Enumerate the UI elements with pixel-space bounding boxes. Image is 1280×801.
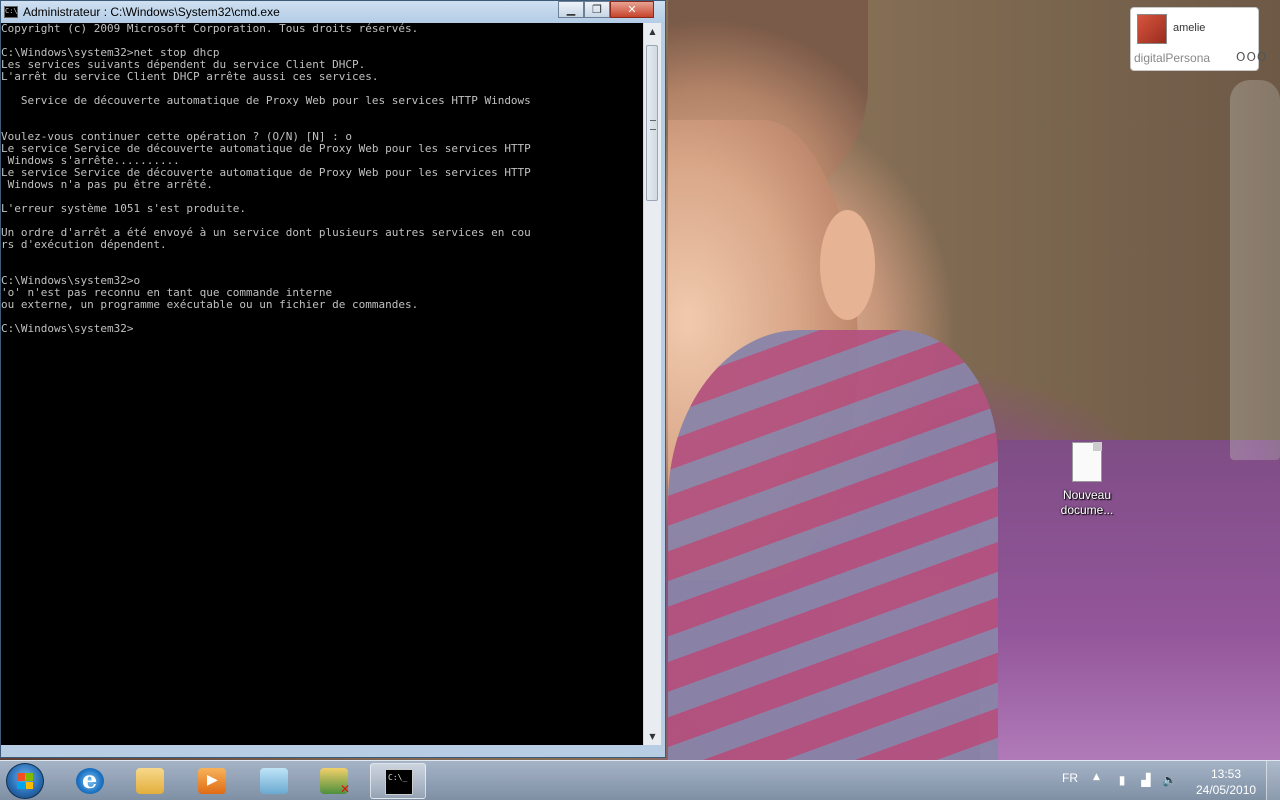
minimize-button[interactable]: ▁	[558, 1, 584, 18]
taskbar: FR ▲ ▮ ▟ 🔈 13:53 24/05/2010	[0, 760, 1280, 801]
media-player-icon	[198, 768, 226, 794]
console-line: Windows n'a pas pu être arrêté.	[1, 178, 213, 191]
desktop-icon-label: Nouveau docume...	[1056, 488, 1118, 518]
clock-date: 24/05/2010	[1196, 783, 1257, 797]
volume-icon[interactable]: 🔈	[1162, 773, 1177, 787]
digitalpersona-brand: digitalPersona	[1134, 51, 1211, 65]
scrollbar-grip-icon	[650, 120, 656, 130]
digitalpersona-status-dots: OOO	[1236, 50, 1268, 64]
clock-time: 13:53	[1210, 767, 1242, 781]
console-line: C:\Windows\system32>	[1, 322, 134, 335]
cmd-icon	[385, 769, 413, 795]
battery-icon[interactable]: ▮	[1115, 773, 1129, 787]
window-title: Administrateur : C:\Windows\System32\cmd…	[23, 5, 280, 19]
clock[interactable]: 13:53 24/05/2010	[1196, 766, 1256, 798]
language-indicator[interactable]: FR	[1062, 771, 1078, 785]
window-bottom-border	[1, 745, 665, 757]
desktop-icon-new-document[interactable]: Nouveau docume...	[1056, 442, 1118, 518]
console-output[interactable]: Copyright (c) 2009 Microsoft Corporation…	[1, 23, 643, 745]
taskbar-user-accounts[interactable]	[306, 763, 362, 799]
taskbar-cmd[interactable]	[370, 763, 426, 799]
console-line: Service de découverte automatique de Pro…	[1, 94, 531, 107]
user-avatar	[1137, 14, 1167, 44]
desktop-icon-label-line1: Nouveau	[1062, 488, 1112, 502]
console-line: rs d'exécution dépendent.	[1, 238, 167, 251]
wallpaper-photo-bottle	[1230, 80, 1280, 460]
network-icon	[260, 768, 288, 794]
console-line: L'erreur système 1051 s'est produite.	[1, 202, 247, 215]
wallpaper-photo-blanket	[980, 440, 1280, 760]
document-icon	[1072, 442, 1102, 482]
user-accounts-icon	[320, 768, 350, 796]
console-line: Copyright (c) 2009 Microsoft Corporation…	[1, 23, 419, 35]
digitalpersona-user: amelie	[1173, 22, 1206, 34]
desktop-icon-label-line2: docume...	[1060, 503, 1114, 517]
taskbar-explorer[interactable]	[122, 763, 178, 799]
scrollbar-thumb[interactable]	[646, 45, 658, 201]
wallpaper-photo-ear	[820, 210, 875, 320]
digitalpersona-widget[interactable]: amelie digitalPersona OOO	[1130, 7, 1266, 71]
window-titlebar[interactable]: C:\ Administrateur : C:\Windows\System32…	[1, 1, 665, 23]
close-button[interactable]: ✕	[610, 1, 654, 18]
folder-icon	[136, 768, 164, 794]
wireless-signal-icon[interactable]: ▟	[1139, 773, 1153, 787]
taskbar-media-player[interactable]	[184, 763, 240, 799]
scroll-up-arrow-icon[interactable]: ▲	[644, 23, 661, 40]
show-desktop-button[interactable]	[1266, 761, 1280, 801]
maximize-button[interactable]: ❐	[584, 1, 610, 18]
internet-explorer-icon	[76, 765, 104, 794]
taskbar-internet-explorer[interactable]	[62, 763, 118, 799]
windows-logo-icon	[17, 773, 33, 789]
show-hidden-icons-icon[interactable]: ▲	[1093, 772, 1100, 782]
cmd-icon[interactable]: C:\	[4, 6, 18, 18]
start-button[interactable]	[6, 763, 44, 799]
cmd-window[interactable]: C:\ Administrateur : C:\Windows\System32…	[0, 0, 666, 758]
console-line: ou externe, un programme exécutable ou u…	[1, 298, 419, 311]
vertical-scrollbar[interactable]: ▲ ▼	[643, 23, 661, 745]
wallpaper-photo-sleeve	[668, 330, 998, 760]
taskbar-network[interactable]	[246, 763, 302, 799]
console-line: L'arrêt du service Client DHCP arrête au…	[1, 70, 379, 83]
scroll-down-arrow-icon[interactable]: ▼	[644, 728, 661, 745]
window-controls: ▁ ❐ ✕	[558, 1, 654, 19]
